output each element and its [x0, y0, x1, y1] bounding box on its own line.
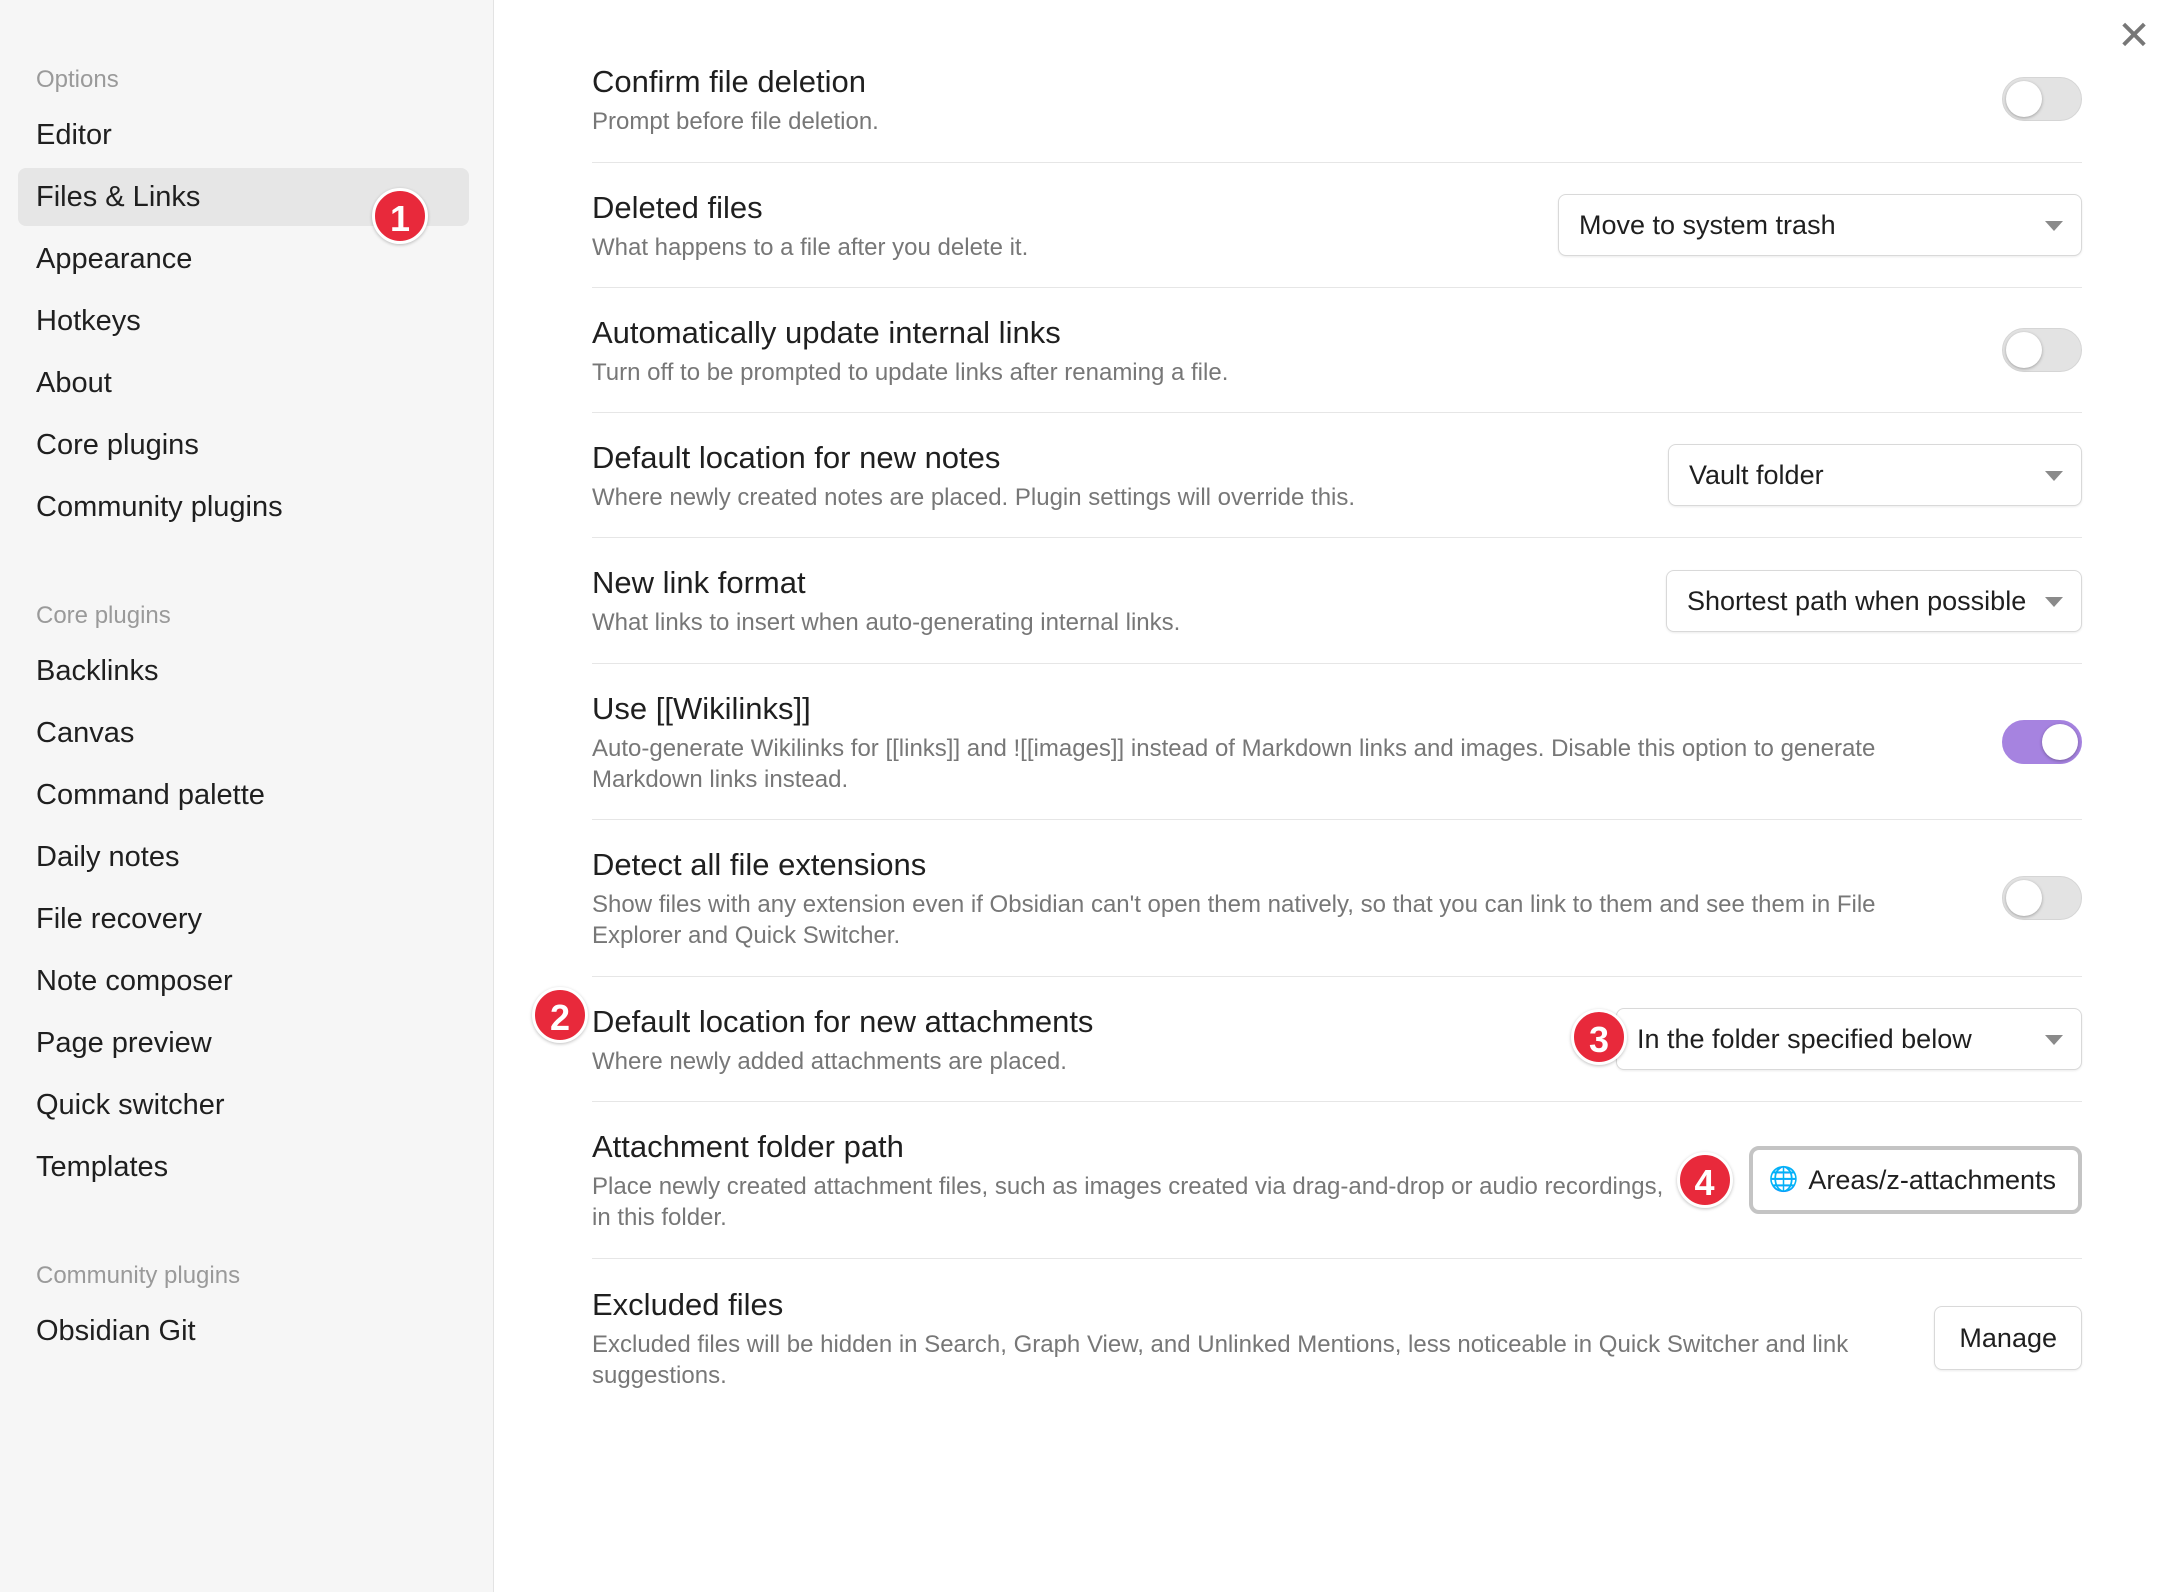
close-icon[interactable]: ✕ — [2112, 14, 2156, 58]
sidebar-item-templates[interactable]: Templates — [18, 1138, 469, 1196]
toggle-knob — [2042, 723, 2078, 760]
setting-description: Prompt before file deletion. — [592, 107, 879, 135]
sidebar-item-daily-notes[interactable]: Daily notes — [18, 828, 469, 886]
sidebar-item-backlinks[interactable]: Backlinks — [18, 642, 469, 700]
annotation-marker-1: 1 — [372, 188, 428, 244]
setting-use-wikilinks: Use [[Wikilinks]] Auto-generate Wikilink… — [592, 664, 2082, 820]
use-wikilinks-toggle[interactable] — [2002, 719, 2082, 764]
sidebar-heading-options: Options — [36, 66, 119, 93]
setting-title: Confirm file deletion — [592, 63, 866, 99]
chevron-down-icon — [2045, 471, 2063, 481]
deleted-files-dropdown[interactable]: Move to system trash — [1558, 194, 2082, 256]
setting-description: What happens to a file after you delete … — [592, 233, 1029, 261]
setting-new-link-format: New link format What links to insert whe… — [592, 538, 2082, 664]
toggle-knob — [2006, 81, 2042, 117]
sidebar-heading-core-plugins: Core plugins — [36, 602, 171, 629]
dropdown-value: Move to system trash — [1579, 210, 1836, 240]
auto-update-links-toggle[interactable] — [2002, 328, 2082, 372]
sidebar-item-command-palette[interactable]: Command palette — [18, 766, 469, 824]
setting-description: Where newly created notes are placed. Pl… — [592, 483, 1356, 511]
setting-title: New link format — [592, 565, 806, 600]
setting-description: Turn off to be prompted to update links … — [592, 358, 1229, 386]
setting-description: What links to insert when auto-generatin… — [592, 609, 1181, 636]
dropdown-value: Shortest path when possible — [1687, 585, 2027, 616]
setting-description: Place newly created attachment files, su… — [592, 1173, 1664, 1231]
annotation-marker-4: 4 — [1676, 1152, 1733, 1208]
default-location-attachments-dropdown[interactable]: In the folder specified below 3 — [1571, 1008, 2082, 1070]
setting-confirm-file-deletion: Confirm file deletion Prompt before file… — [592, 0, 2082, 163]
setting-title: Deleted files — [592, 189, 763, 225]
globe-icon: 🌐 — [1768, 1166, 1799, 1193]
setting-default-location-attachments: 2 Default location for new attachments W… — [532, 977, 2082, 1102]
sidebar-heading-community-plugins: Community plugins — [36, 1262, 241, 1289]
sidebar-item-note-composer[interactable]: Note composer — [18, 952, 469, 1010]
detect-extensions-toggle[interactable] — [2002, 876, 2082, 920]
setting-title: Automatically update internal links — [592, 314, 1061, 350]
sidebar-group-core-plugins: Core plugins Backlinks Canvas Command pa… — [0, 598, 493, 1196]
setting-description: Auto-generate Wikilinks for [[links]] an… — [592, 734, 1876, 793]
setting-title: Excluded files — [592, 1286, 784, 1322]
chevron-down-icon — [2045, 596, 2063, 607]
toggle-knob — [2006, 880, 2042, 916]
sidebar-item-page-preview[interactable]: Page preview — [18, 1014, 469, 1072]
setting-title: Use [[Wikilinks]] — [592, 690, 811, 726]
annotation-marker-3: 3 — [1571, 1009, 1627, 1065]
sidebar-item-about[interactable]: About — [18, 354, 469, 412]
sidebar-item-label: Files & Links — [36, 181, 201, 213]
sidebar-item-file-recovery[interactable]: File recovery — [18, 890, 469, 948]
confirm-deletion-toggle[interactable] — [2002, 77, 2082, 121]
sidebar-item-hotkeys[interactable]: Hotkeys — [18, 292, 469, 350]
setting-detect-file-extensions: Detect all file extensions Show files wi… — [592, 820, 2082, 977]
setting-description: Excluded files will be hidden in Search,… — [592, 1330, 1849, 1389]
sidebar-item-editor[interactable]: Editor — [18, 106, 469, 164]
folder-path-value: Areas/z-attachments — [1808, 1165, 2056, 1195]
sidebar-group-options: Options Editor Files & Links 1 Appearanc… — [0, 62, 493, 536]
sidebar-item-community-plugins[interactable]: Community plugins — [18, 478, 469, 536]
chevron-down-icon — [2045, 221, 2063, 231]
setting-title: Default location for new notes — [592, 439, 1001, 475]
settings-sidebar: Options Editor Files & Links 1 Appearanc… — [0, 0, 494, 1592]
setting-excluded-files: Excluded files Excluded files will be hi… — [592, 1259, 2082, 1416]
dropdown-value: In the folder specified below — [1637, 1024, 1972, 1054]
setting-description: Show files with any extension even if Ob… — [592, 891, 1876, 949]
toggle-knob — [2006, 332, 2042, 368]
sidebar-item-files-links[interactable]: Files & Links 1 — [18, 168, 469, 244]
setting-title: Detect all file extensions — [592, 847, 927, 882]
dropdown-value: Vault folder — [1689, 460, 1824, 490]
setting-default-location-notes: Default location for new notes Where new… — [592, 413, 2082, 538]
attachment-folder-path-input[interactable]: 🌐 Areas/z-attachments 4 — [1676, 1146, 2082, 1214]
chevron-down-icon — [2045, 1035, 2063, 1045]
annotation-marker-2: 2 — [532, 987, 588, 1043]
sidebar-item-core-plugins[interactable]: Core plugins — [18, 416, 469, 474]
sidebar-group-community-plugins: Community plugins Obsidian Git — [0, 1258, 493, 1360]
setting-attachment-folder-path: Attachment folder path Place newly creat… — [592, 1102, 2082, 1259]
setting-deleted-files: Deleted files What happens to a file aft… — [592, 163, 2082, 288]
setting-auto-update-links: Automatically update internal links Turn… — [592, 288, 2082, 413]
settings-content: Confirm file deletion Prompt before file… — [532, 0, 2082, 1416]
sidebar-item-quick-switcher[interactable]: Quick switcher — [18, 1076, 469, 1134]
new-link-format-dropdown[interactable]: Shortest path when possible — [1666, 569, 2082, 632]
sidebar-item-obsidian-git[interactable]: Obsidian Git — [18, 1302, 469, 1360]
setting-title: Attachment folder path — [592, 1129, 904, 1164]
setting-title: Default location for new attachments — [592, 1003, 1094, 1039]
manage-excluded-files-button[interactable]: Manage — [1934, 1305, 2082, 1370]
default-location-notes-dropdown[interactable]: Vault folder — [1668, 444, 2082, 506]
setting-description: Where newly added attachments are placed… — [592, 1047, 1067, 1075]
sidebar-item-canvas[interactable]: Canvas — [18, 704, 469, 762]
